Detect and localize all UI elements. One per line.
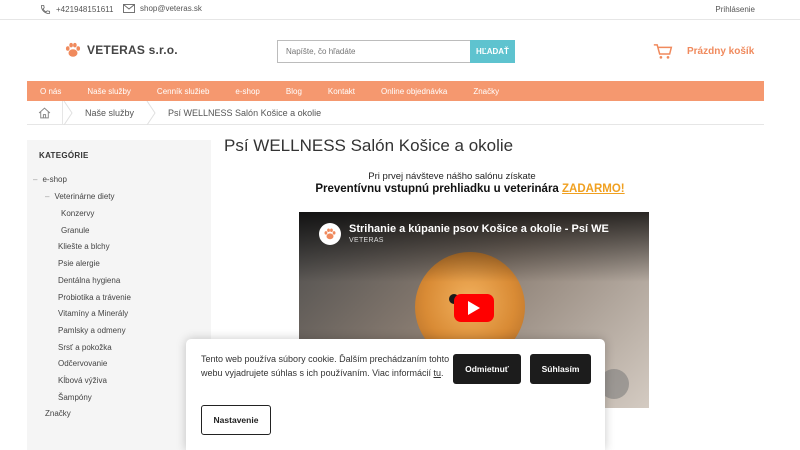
category-item[interactable]: Vitamíny a Minerály bbox=[58, 309, 128, 318]
category-item[interactable]: Odčervovanie bbox=[58, 359, 107, 368]
cookie-accept-button[interactable]: Súhlasím bbox=[530, 354, 591, 384]
home-icon bbox=[38, 106, 51, 118]
nav-item-o-nas[interactable]: O nás bbox=[27, 87, 74, 96]
category-item[interactable]: Kĺbová výživa bbox=[58, 376, 107, 385]
cookie-text: Tento web používa súbory cookie. Ďalším … bbox=[201, 354, 450, 378]
nav-item-online-objednavka[interactable]: Online objednávka bbox=[368, 87, 460, 96]
breadcrumb-separator-icon bbox=[63, 100, 73, 125]
breadcrumb-home[interactable] bbox=[27, 100, 63, 125]
nav-item-blog[interactable]: Blog bbox=[273, 87, 315, 96]
category-item[interactable]: Psie alergie bbox=[58, 259, 100, 268]
paw-icon bbox=[65, 42, 81, 57]
category-item[interactable]: – e-shop bbox=[33, 175, 67, 184]
cookie-reject-button[interactable]: Odmietnuť bbox=[453, 354, 521, 384]
phone-number: +421948151611 bbox=[56, 5, 114, 14]
category-item[interactable]: Pamlsky a odmeny bbox=[58, 326, 126, 335]
top-bar: +421948151611 shop@veteras.sk Prihláseni… bbox=[0, 0, 800, 20]
phone-contact[interactable]: +421948151611 bbox=[40, 4, 113, 15]
logo[interactable]: VETERAS s.r.o. bbox=[64, 41, 178, 59]
logo-text: VETERAS s.r.o. bbox=[87, 43, 178, 57]
search-input[interactable] bbox=[277, 40, 470, 63]
category-item[interactable]: Kliešte a blchy bbox=[58, 242, 110, 251]
play-icon bbox=[468, 301, 480, 315]
breadcrumb-current: Psí WELLNESS Salón Košice a okolie bbox=[168, 107, 322, 118]
breadcrumb-separator-icon bbox=[146, 100, 156, 125]
main-nav: O nás Naše služby Cenník služieb e-shop … bbox=[27, 81, 764, 101]
cookie-info-link[interactable]: tu bbox=[433, 368, 441, 378]
video-title[interactable]: Strihanie a kúpanie psov Košice a okolie… bbox=[349, 223, 609, 235]
login-link[interactable]: Prihlásenie bbox=[715, 5, 755, 14]
nav-item-kontakt[interactable]: Kontakt bbox=[315, 87, 368, 96]
nav-item-e-shop[interactable]: e-shop bbox=[222, 87, 272, 96]
page-title: Psí WELLNESS Salón Košice a okolie bbox=[224, 136, 514, 155]
category-item[interactable]: – Veterinárne diety bbox=[45, 192, 115, 201]
intro-text: Pri prvej návšteve nášho salónu získate bbox=[368, 171, 536, 182]
search-bar: HĽADAŤ bbox=[277, 40, 515, 63]
email-address: shop@veteras.sk bbox=[140, 4, 202, 13]
nav-item-cennik-sluzieb[interactable]: Cenník služieb bbox=[144, 87, 222, 96]
phone-icon bbox=[40, 4, 51, 15]
header: VETERAS s.r.o. HĽADAŤ Prázdny košík bbox=[0, 21, 800, 81]
cookie-settings-button[interactable]: Nastavenie bbox=[201, 405, 271, 435]
category-item[interactable]: Probiotika a trávenie bbox=[58, 293, 131, 302]
nav-item-nase-sluzby[interactable]: Naše služby bbox=[74, 87, 144, 96]
paw-icon bbox=[324, 228, 336, 240]
play-button[interactable] bbox=[454, 294, 494, 322]
breadcrumb-item-nase-sluzby[interactable]: Naše služby bbox=[73, 101, 146, 125]
cookie-banner: Tento web používa súbory cookie. Ďalším … bbox=[186, 339, 605, 450]
search-button[interactable]: HĽADAŤ bbox=[470, 40, 515, 63]
category-item[interactable]: Šampóny bbox=[58, 393, 92, 402]
nav-item-znacky[interactable]: Značky bbox=[460, 87, 512, 96]
breadcrumb: Naše služby Psí WELLNESS Salón Košice a … bbox=[27, 100, 764, 125]
cart[interactable]: Prázdny košík bbox=[653, 43, 754, 60]
category-item[interactable]: Dentálna hygiena bbox=[58, 276, 120, 285]
category-item[interactable]: Srsť a pokožka bbox=[58, 343, 112, 352]
promo-text: Preventívnu vstupnú prehliadku u veterin… bbox=[315, 183, 625, 195]
promo-highlight[interactable]: ZADARMO! bbox=[562, 183, 625, 195]
category-item[interactable]: Konzervy bbox=[61, 209, 94, 218]
cart-icon bbox=[653, 44, 673, 59]
sidebar-heading: KATEGÓRIE bbox=[39, 151, 89, 160]
category-sidebar: KATEGÓRIE – e-shop – Veterinárne diety Kon… bbox=[27, 140, 211, 450]
cart-label: Prázdny košík bbox=[687, 46, 755, 57]
category-item[interactable]: Granule bbox=[61, 226, 89, 235]
channel-avatar[interactable] bbox=[319, 223, 341, 245]
video-channel-name: VETERAS bbox=[349, 237, 384, 244]
category-item[interactable]: Značky bbox=[45, 409, 71, 418]
mail-icon bbox=[123, 4, 135, 13]
email-contact[interactable]: shop@veteras.sk bbox=[123, 4, 202, 13]
